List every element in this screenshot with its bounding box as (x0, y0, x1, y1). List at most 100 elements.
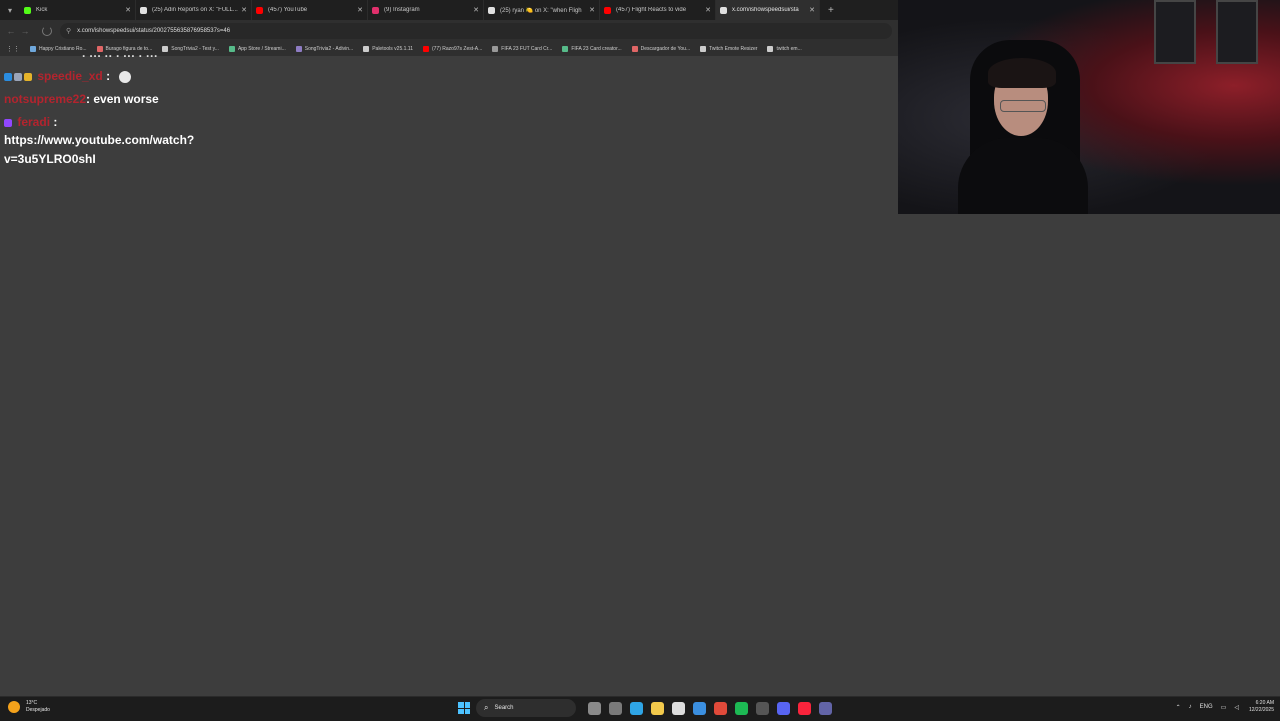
bookmark-favicon-icon (767, 46, 774, 52)
bookmark-label: SongTrivia2 - Test y... (171, 46, 219, 52)
bookmark-item[interactable]: Paletools v25.1.11 (363, 46, 413, 52)
bookmark-label: Twitch Emote Resizer (709, 46, 758, 52)
mail-icon[interactable] (693, 701, 706, 715)
bookmark-label: Happy Cristiano Ro... (39, 46, 87, 52)
close-icon[interactable]: ✕ (589, 6, 595, 14)
close-icon[interactable]: ✕ (473, 6, 479, 14)
chat-username[interactable]: feradi (17, 115, 50, 129)
clipped-message: · ··· ·· · ··· · ··· (82, 49, 158, 63)
edge-icon[interactable] (630, 701, 643, 715)
start-icon[interactable] (458, 702, 470, 714)
bookmark-label: SongTrivia2 - Adivin... (304, 46, 354, 52)
forward-icon[interactable]: → (18, 26, 32, 36)
taskbar: 13°C Despejado ⌕ Search ⌃ ♪ ENG ▭ ◁ 6:20… (0, 696, 1280, 721)
chat-text: : even worse (86, 92, 159, 106)
tab-favicon-icon (604, 6, 611, 14)
back-icon[interactable]: ← (4, 26, 18, 36)
bookmark-item[interactable]: FIFA 23 Card creator... (562, 46, 622, 52)
chevron-up-icon[interactable]: ⌃ (1176, 704, 1181, 711)
glasses (1000, 100, 1046, 112)
music-icon[interactable] (798, 701, 811, 715)
weather-temp: 13°C (26, 700, 38, 706)
chat-username[interactable]: speedie_xd (37, 69, 102, 83)
streamer-body (958, 138, 1088, 214)
tab-4[interactable]: (25) ryan 🍋 on X: "when Fligh ✕ (484, 0, 600, 20)
close-icon[interactable]: ✕ (357, 6, 363, 14)
tab-favicon-icon (488, 6, 495, 14)
bookmark-label: FIFA 23 FUT Card Cr... (501, 46, 553, 52)
bookmark-label: FIFA 23 Card creator... (571, 46, 622, 52)
tab-favicon-icon (372, 6, 379, 14)
chat-message: speedie_xd : (4, 69, 132, 83)
network-icon[interactable]: ▭ (1221, 704, 1227, 711)
tab-label: Kick (36, 7, 48, 13)
site-info-icon[interactable]: ⚲ (66, 27, 71, 35)
clock[interactable]: 6:20 AM 12/22/2025 (1249, 700, 1274, 714)
bookmark-item[interactable]: Happy Cristiano Ro... (30, 46, 87, 52)
new-tab-button[interactable]: + (828, 5, 834, 16)
tab-3[interactable]: (9) Instagram ✕ (368, 0, 484, 20)
bookmark-favicon-icon (562, 46, 569, 52)
tab-label: (457) Flight Reacts to vide (616, 7, 687, 13)
wall-frame (1216, 0, 1258, 64)
microphone-icon[interactable]: ♪ (1189, 704, 1192, 710)
tab-favicon-icon (720, 6, 727, 14)
chat-message: feradi : (4, 115, 57, 129)
chrome-icon[interactable] (714, 701, 727, 715)
bookmark-label: Descargador de You... (640, 46, 691, 52)
file-explorer-icon[interactable] (588, 701, 601, 715)
taskbar-search[interactable]: ⌕ Search (476, 699, 576, 717)
store-icon[interactable] (672, 701, 685, 715)
tab-5[interactable]: (457) Flight Reacts to vide ✕ (600, 0, 716, 20)
discord-icon[interactable] (777, 701, 790, 715)
badge-icon (4, 72, 12, 81)
weather-widget[interactable]: 13°C Despejado (8, 700, 50, 714)
bookmark-item[interactable]: Twitch Emote Resizer (700, 46, 757, 52)
system-tray: ⌃ ♪ ENG ▭ ◁ 6:20 AM 12/22/2025 (1172, 700, 1274, 714)
skull-emote-icon (119, 70, 132, 83)
apps-grid-icon[interactable]: ⋮⋮ (6, 45, 20, 53)
badge-icon (14, 72, 22, 81)
tab-bar: ▾ Kick ✕ (25) Adin Reports on X: "FULL... ✕… (0, 0, 898, 20)
tab-2[interactable]: (457) YouTube ✕ (252, 0, 368, 20)
spotify-icon[interactable] (735, 701, 748, 715)
bookmark-item[interactable]: Descargador de You... (631, 46, 691, 52)
wall-frame (1154, 0, 1196, 64)
teams-icon[interactable] (819, 701, 832, 715)
clock-time: 6:20 AM (1255, 700, 1274, 706)
bookmark-item[interactable]: SongTrivia2 - Adivin... (295, 46, 354, 52)
tab-0[interactable]: Kick ✕ (20, 0, 136, 20)
chat-link-line[interactable]: https://www.youtube.com/watch? (4, 133, 194, 147)
bookmark-item[interactable]: twitch em... (767, 46, 802, 52)
bookmark-favicon-icon (492, 46, 499, 52)
loading-spinner-icon[interactable] (42, 26, 52, 36)
chat-username[interactable]: notsupreme22 (4, 92, 86, 106)
tab-label: (9) Instagram (384, 7, 420, 13)
bookmark-item[interactable]: FIFA 23 FUT Card Cr... (492, 46, 552, 52)
volume-icon[interactable]: ◁ (1234, 704, 1239, 711)
tab-6[interactable]: x.com/ishowspeedsui/sta ✕ (716, 0, 820, 20)
weather-desc: Despejado (26, 707, 50, 713)
bookmark-item[interactable]: App Store / Streami... (228, 46, 286, 52)
bookmark-favicon-icon (363, 46, 370, 52)
bookmark-favicon-icon (30, 46, 36, 52)
tab-1[interactable]: (25) Adin Reports on X: "FULL... ✕ (136, 0, 252, 20)
address-bar[interactable]: ⚲ x.com/ishowspeedsui/status/20027556358… (60, 23, 892, 39)
close-icon[interactable]: ✕ (241, 6, 247, 14)
url-text: x.com/ishowspeedsui/status/2002755635876… (77, 28, 231, 34)
bookmark-label: twitch em... (776, 46, 802, 52)
close-icon[interactable]: ✕ (125, 6, 131, 14)
search-placeholder: Search (494, 705, 514, 711)
bookmark-item[interactable]: (77) Razo97s Zest-A... (422, 46, 482, 52)
chat-link-line[interactable]: v=3u5YLRO0shI (4, 152, 96, 166)
tab-search-icon[interactable]: ▾ (0, 0, 20, 20)
close-icon[interactable]: ✕ (809, 6, 815, 14)
language-indicator[interactable]: ENG (1200, 704, 1213, 710)
navigation-bar: ← → ⚲ x.com/ishowspeedsui/status/2002755… (0, 20, 898, 42)
obs-icon[interactable] (756, 701, 769, 715)
folder-icon[interactable] (651, 701, 664, 715)
task-view-icon[interactable] (609, 701, 622, 715)
close-icon[interactable]: ✕ (705, 6, 711, 14)
bookmark-item[interactable]: SongTrivia2 - Test y... (162, 46, 219, 52)
chat-text: : (106, 69, 111, 83)
